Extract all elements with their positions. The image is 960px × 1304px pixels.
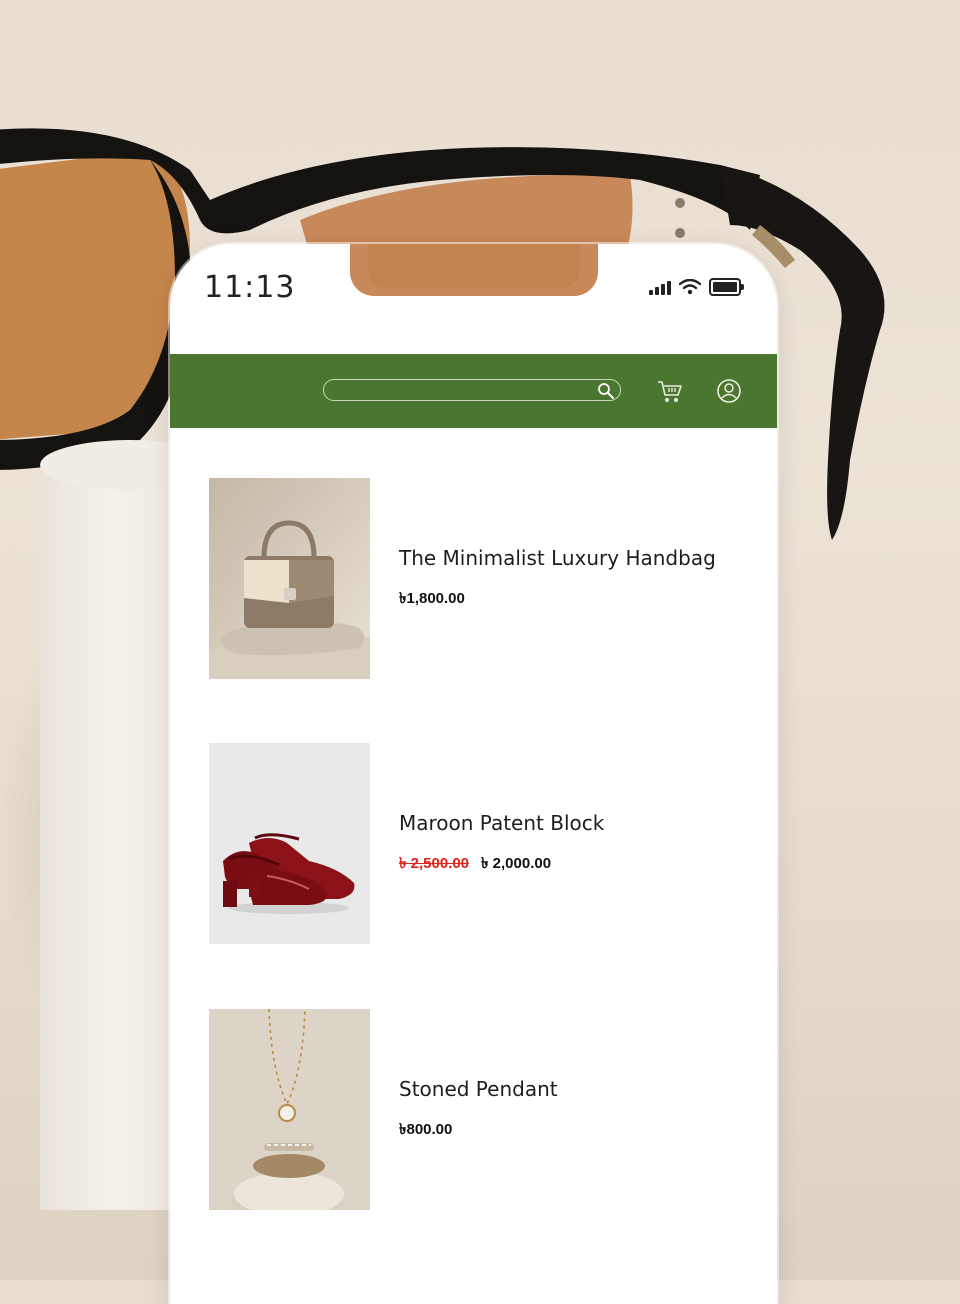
- product-price: ৳800.00: [399, 1121, 453, 1138]
- search-icon[interactable]: [596, 381, 616, 401]
- product-image-shoes[interactable]: [209, 743, 370, 944]
- status-time: 11:13: [204, 270, 296, 305]
- product-price: ৳ 2,000.00: [481, 855, 552, 872]
- search-input[interactable]: [323, 379, 621, 401]
- product-item[interactable]: Maroon Patent Block ৳ 2,500.00 ৳ 2,000.00: [209, 743, 749, 944]
- phone-notch: [350, 244, 598, 296]
- user-icon[interactable]: [716, 378, 742, 404]
- product-image-pendant[interactable]: [209, 1009, 370, 1210]
- app-header: [170, 354, 777, 428]
- cart-icon[interactable]: [656, 377, 684, 405]
- product-price: ৳1,800.00: [399, 590, 465, 607]
- battery-icon: [709, 278, 744, 296]
- product-name[interactable]: Maroon Patent Block: [399, 811, 604, 835]
- signal-icon: [649, 279, 671, 295]
- product-image-handbag[interactable]: [209, 478, 370, 679]
- product-item[interactable]: The Minimalist Luxury Handbag ৳1,800.00: [209, 478, 749, 679]
- status-icons: [649, 278, 744, 296]
- product-item[interactable]: Stoned Pendant ৳800.00: [209, 1009, 749, 1210]
- phone-frame: 11:13 The Minimalist Luxury Handbag ৳1,8…: [170, 244, 777, 1304]
- product-old-price: ৳ 2,500.00: [399, 855, 470, 872]
- wifi-icon: [679, 279, 701, 295]
- product-name[interactable]: Stoned Pendant: [399, 1077, 558, 1101]
- product-name[interactable]: The Minimalist Luxury Handbag: [399, 546, 716, 570]
- product-price-group: ৳ 2,500.00 ৳ 2,000.00: [399, 852, 551, 877]
